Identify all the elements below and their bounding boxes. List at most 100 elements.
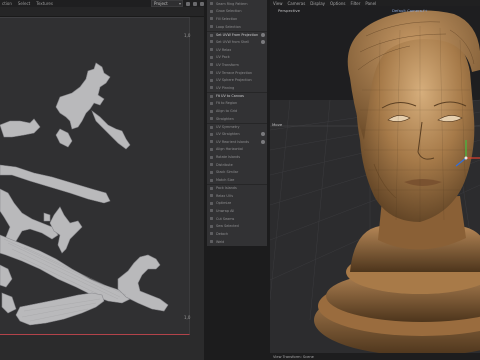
command-icon [210,240,213,244]
command-item[interactable]: UV Terrace Projection [207,69,267,76]
command-icon [210,101,213,105]
command-item[interactable]: Set UVW from Shell [207,38,267,45]
command-item[interactable]: Pack Islands [207,184,267,191]
uv-island-fragment-a [55,128,73,148]
settings-icon[interactable] [193,1,197,6]
command-item[interactable]: Detach [207,230,267,237]
vp-menu-view[interactable]: View [273,1,283,6]
gear-icon[interactable] [261,139,265,144]
gear-icon[interactable] [261,132,265,137]
viewport-view-name: Perspective [278,8,300,13]
command-item[interactable]: Seam Ring Pattern [207,0,267,7]
gizmo-center [464,156,468,160]
viewport-move-label: Move [272,122,283,127]
command-item[interactable]: Grow Selection [207,8,267,15]
command-label: UV Straighten [216,132,240,137]
command-icon [210,63,213,67]
command-item[interactable]: Straighten [207,115,267,122]
vp-menu-filter[interactable]: Filter [350,1,360,6]
command-label: Straighten [216,116,234,121]
command-item[interactable]: Match Size [207,177,267,184]
command-icon [210,33,213,37]
uv-island-stub-b [1,292,17,314]
command-item[interactable]: UV Pinning [207,84,267,91]
command-label: UV Transform [216,62,239,67]
command-item[interactable]: Fit UV to Canvas [207,92,267,99]
uv-editor-panel: ction Select Textures Project ▾ 1,0 1,0 [0,0,204,360]
command-label: UV Relax [216,47,232,52]
command-item[interactable]: Align Horizontal [207,146,267,153]
command-label: UV Terrace Projection [216,70,253,75]
command-item[interactable]: UV Pack [207,54,267,61]
command-label: Set UVW from Shell [216,39,250,44]
command-item[interactable]: Fit to Region [207,100,267,107]
command-icon [210,2,213,5]
command-label: UV Reorient Islands [216,139,250,144]
gear-icon[interactable] [261,33,265,38]
command-item[interactable]: Align to Grid [207,108,267,115]
command-icon [210,109,213,113]
command-label: Align Horizontal [216,147,243,152]
command-label: Detach [216,231,229,236]
command-icon [210,48,213,52]
command-icon [210,178,213,182]
viewport-3d[interactable]: View Cameras Display Options Filter Pane… [270,0,480,360]
command-item[interactable]: Rotate Islands [207,154,267,161]
viewport-status-bar: View Transform: Scene [270,353,480,360]
command-item[interactable]: UV Transform [207,61,267,68]
command-icon [210,78,213,82]
viewport-status-text: View Transform: Scene [273,354,314,359]
command-item[interactable]: Set UVW From Projection [207,30,267,38]
viewport-scene [270,10,480,356]
command-item[interactable]: Cut Seams [207,215,267,222]
command-item[interactable]: Optimize [207,200,267,207]
command-icon [210,86,213,90]
command-label: Pack Islands [216,186,237,191]
vp-menu-options[interactable]: Options [330,1,345,6]
uv-island-branch-lower [117,254,169,312]
command-label: UV Pack [216,55,230,60]
command-item[interactable]: UV Relax [207,46,267,53]
expand-icon[interactable] [200,1,204,6]
command-item[interactable]: Distribute [207,161,267,168]
command-label: Loop Selection [216,24,241,29]
command-label: Align to Grid [216,109,238,114]
command-item[interactable]: Weld [207,238,267,245]
command-icon [210,224,213,228]
command-icon [210,217,213,221]
viewport-camera-label[interactable]: Default Camera.f+ [392,8,428,13]
layout-icon[interactable] [186,1,190,6]
uv-menu-item-0[interactable]: ction [2,1,12,6]
gear-icon[interactable] [261,39,265,44]
command-panel: Seam Ring Pattern Grow Selection Fill Sele… [207,0,267,246]
command-icon [210,187,213,191]
command-label: Grow Selection [216,9,242,14]
command-item[interactable]: Fill Selection [207,15,267,22]
uv-menu-item-2[interactable]: Textures [36,1,53,6]
uv-menu-item-1[interactable]: Select [18,1,30,6]
uv-island-small-left [0,118,41,138]
command-label: Set UVW From Projection [216,32,259,37]
command-item[interactable]: UV Sphere Projection [207,77,267,84]
command-label: Fill Selection [216,16,238,21]
command-icon [210,71,213,75]
command-icon [210,163,213,167]
vp-menu-display[interactable]: Display [310,1,325,6]
command-item[interactable]: Loop Selection [207,23,267,30]
command-item[interactable]: Unwrap All [207,207,267,214]
command-icon [210,117,213,121]
command-label: Sew Selected [216,224,239,229]
command-item[interactable]: Stack Similar [207,169,267,176]
uv-island-stub [0,264,13,288]
vp-menu-cameras[interactable]: Cameras [288,1,306,6]
command-item[interactable]: UV Symmetry [207,122,267,130]
command-item[interactable]: UV Straighten [207,131,267,138]
command-item[interactable]: Relax UVs [207,192,267,199]
command-label: Unwrap All [216,208,235,213]
command-item[interactable]: UV Reorient Islands [207,138,267,145]
uv-project-dropdown[interactable]: Project ▾ [151,0,183,7]
command-item[interactable]: Sew Selected [207,223,267,230]
command-panel-empty [207,246,267,360]
vp-menu-panel[interactable]: Panel [365,1,376,6]
command-icon [210,17,213,21]
